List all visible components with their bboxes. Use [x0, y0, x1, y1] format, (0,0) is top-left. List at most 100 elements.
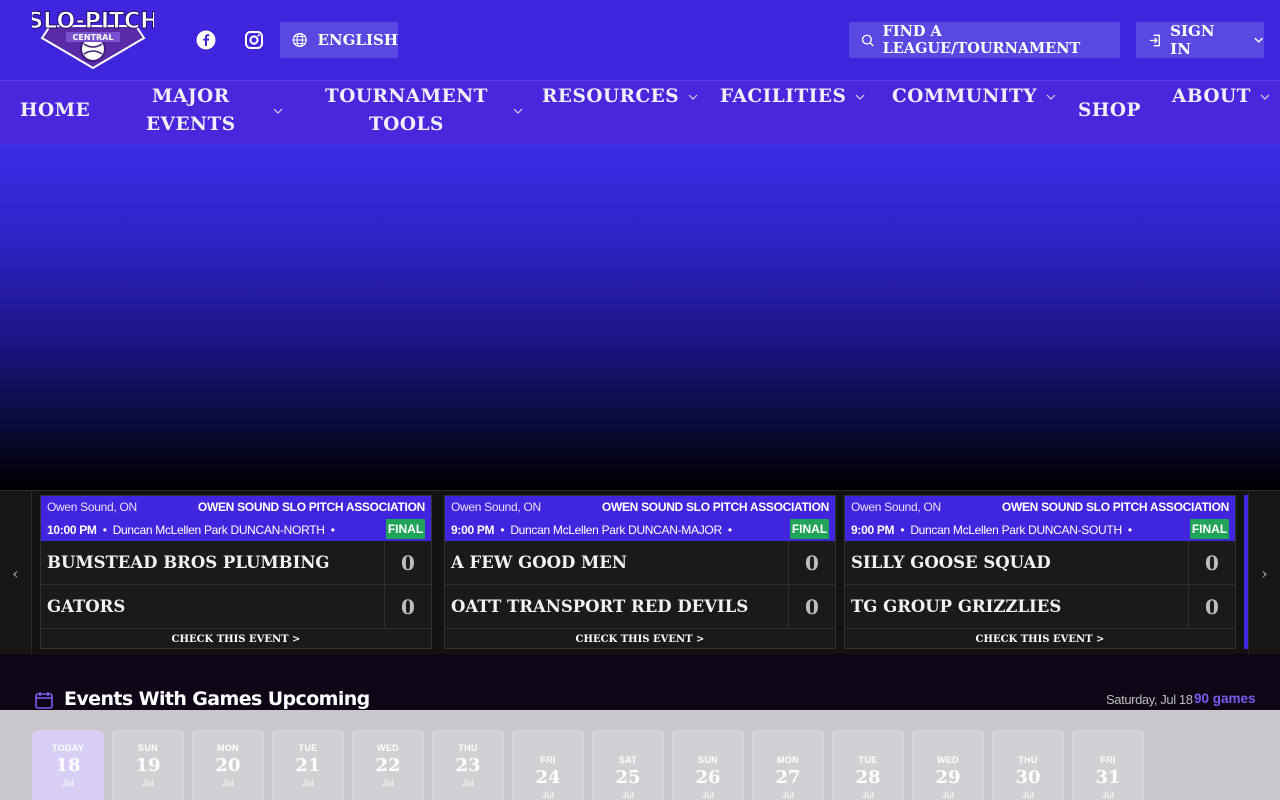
calendar-icon: [35, 692, 53, 709]
day-tab[interactable]: TODAY 18 Jul: [32, 730, 104, 800]
day-tab[interactable]: TUE 28 Jul: [832, 730, 904, 800]
team-score: 0: [1205, 594, 1219, 619]
status-badge: FINAL: [790, 519, 829, 539]
day-of-week: TUE: [858, 755, 878, 765]
score-card-header: Owen Sound, ON OWEN SOUND SLO PITCH ASSO…: [445, 496, 835, 541]
day-number: 28: [855, 767, 881, 788]
team-row: TG GROUP GRIZZLIES 0: [845, 585, 1235, 629]
nav-resources[interactable]: RESOURCES: [542, 83, 699, 111]
day-month: Jul: [1022, 790, 1034, 800]
day-of-week: FRI: [540, 755, 556, 765]
day-tab[interactable]: SUN 19 Jul: [112, 730, 184, 800]
chevron-down-icon: [1260, 94, 1270, 100]
score-card: Owen Sound, ON OWEN SOUND SLO PITCH ASSO…: [444, 495, 836, 649]
nav-shop[interactable]: SHOP: [1078, 97, 1141, 125]
nav-about-label: ABOUT: [1172, 86, 1251, 107]
day-tab[interactable]: MON 27 Jul: [752, 730, 824, 800]
hero-banner: [0, 144, 1280, 490]
day-of-week: TODAY: [51, 743, 84, 753]
nav-shop-label: SHOP: [1078, 100, 1141, 121]
day-of-week: SAT: [618, 755, 638, 765]
team-row: OATT TRANSPORT RED DEVILS 0: [445, 585, 835, 629]
team-name[interactable]: GATORS: [41, 585, 385, 628]
day-month: Jul: [142, 778, 154, 788]
sign-in-button[interactable]: SIGN IN: [1136, 22, 1264, 58]
language-label: ENGLISH: [317, 31, 398, 49]
facebook-icon[interactable]: [193, 27, 219, 53]
status-badge: FINAL: [386, 519, 425, 539]
day-tab[interactable]: THU 23 Jul: [432, 730, 504, 800]
nav-facilities[interactable]: FACILITIES: [720, 83, 866, 111]
nav-about[interactable]: ABOUT: [1172, 83, 1271, 111]
chevron-down-icon: [273, 108, 283, 114]
check-event-link[interactable]: CHECK THIS EVENT >: [445, 629, 835, 649]
team-row: BUMSTEAD BROS PLUMBING 0: [41, 541, 431, 585]
day-tab[interactable]: WED 29 Jul: [912, 730, 984, 800]
day-tab[interactable]: TUE 21 Jul: [272, 730, 344, 800]
nav-home[interactable]: HOME: [20, 97, 90, 125]
team-name[interactable]: SILLY GOOSE SQUAD: [845, 541, 1189, 584]
score-card-header: Owen Sound, ON OWEN SOUND SLO PITCH ASSO…: [41, 496, 431, 541]
day-number: 19: [135, 755, 161, 776]
team-name[interactable]: BUMSTEAD BROS PLUMBING: [41, 541, 385, 584]
main-nav: HOME MAJOR EVENTS TOURNAMENT TOOLS RESOURC…: [0, 80, 1280, 144]
instagram-icon[interactable]: [241, 27, 267, 53]
day-tab[interactable]: FRI 31 Jul: [1072, 730, 1144, 800]
language-button[interactable]: ENGLISH: [280, 22, 398, 58]
day-number: 26: [695, 767, 721, 788]
chevron-down-icon: [1254, 37, 1263, 43]
day-tab[interactable]: MON 20 Jul: [192, 730, 264, 800]
slo-pitch-central-logo[interactable]: SLO-PITCH CENTRAL: [32, 4, 154, 72]
game-time-venue: 10:00 PM • Duncan McLellen Park DUNCAN-N…: [47, 523, 335, 537]
score-card: Owen Sound, ON OWEN SOUND SLO PITCH ASSO…: [844, 495, 1236, 649]
search-icon: [861, 34, 874, 46]
team-score: 0: [401, 594, 415, 619]
nav-home-label: HOME: [20, 100, 91, 121]
day-month: Jul: [222, 778, 234, 788]
day-tab[interactable]: SAT 25 Jul: [592, 730, 664, 800]
day-tab[interactable]: FRI 24 Jul: [512, 730, 584, 800]
game-organization: OWEN SOUND SLO PITCH ASSOCIATION: [197, 500, 425, 514]
day-tab[interactable]: SUN 26 Jul: [672, 730, 744, 800]
scroll-right-button[interactable]: ›: [1248, 491, 1280, 655]
day-month: Jul: [702, 790, 714, 800]
team-score: 0: [805, 550, 819, 575]
day-tab[interactable]: THU 30 Jul: [992, 730, 1064, 800]
day-number: 27: [775, 767, 801, 788]
day-number: 29: [935, 767, 961, 788]
check-event-link[interactable]: CHECK THIS EVENT >: [41, 629, 431, 649]
nav-tournament-tools-label: TOURNAMENT TOOLS: [325, 86, 488, 135]
day-of-week: MON: [777, 755, 799, 765]
day-picker: TODAY 18 Jul SUN 19 Jul MON 20 Jul TUE 2…: [0, 710, 1280, 800]
day-of-week: SUN: [138, 743, 158, 753]
top-bar: SLO-PITCH CENTRAL ENGLISH FIND A LEAGUE/…: [0, 0, 1280, 80]
chevron-right-icon: ›: [1261, 563, 1268, 583]
team-name[interactable]: OATT TRANSPORT RED DEVILS: [445, 585, 789, 628]
game-organization: OWEN SOUND SLO PITCH ASSOCIATION: [1001, 500, 1229, 514]
day-month: Jul: [62, 778, 74, 788]
chevron-down-icon: [1046, 94, 1056, 100]
check-event-link[interactable]: CHECK THIS EVENT >: [845, 629, 1235, 649]
day-month: Jul: [782, 790, 794, 800]
status-badge: FINAL: [1190, 519, 1229, 539]
day-tab[interactable]: WED 22 Jul: [352, 730, 424, 800]
nav-tournament-tools[interactable]: TOURNAMENT TOOLS: [325, 83, 524, 139]
nav-major-events[interactable]: MAJOR EVENTS: [146, 83, 284, 139]
score-card: Owen Sound, ON OWEN SOUND SLO PITCH ASSO…: [40, 495, 432, 649]
day-of-week: SUN: [698, 755, 718, 765]
sign-in-label: SIGN IN: [1170, 22, 1215, 58]
team-name[interactable]: TG GROUP GRIZZLIES: [845, 585, 1189, 628]
scroll-left-button[interactable]: ‹: [0, 491, 32, 655]
chevron-down-icon: [513, 108, 523, 114]
events-game-count[interactable]: 90 games: [1194, 691, 1256, 706]
day-month: Jul: [862, 790, 874, 800]
nav-community[interactable]: COMMUNITY: [892, 83, 1057, 111]
logo-text-top: SLO-PITCH: [32, 9, 154, 34]
team-name[interactable]: A FEW GOOD MEN: [445, 541, 789, 584]
logo-text-bottom: CENTRAL: [73, 33, 114, 42]
game-city: Owen Sound, ON: [47, 500, 137, 514]
day-number: 18: [55, 755, 81, 776]
chevron-down-icon: [688, 94, 698, 100]
find-league-button[interactable]: FIND A LEAGUE/TOURNAMENT: [849, 22, 1120, 58]
scores-ticker: ‹ Owen Sound, ON OWEN SOUND SLO PITCH AS…: [0, 490, 1280, 655]
